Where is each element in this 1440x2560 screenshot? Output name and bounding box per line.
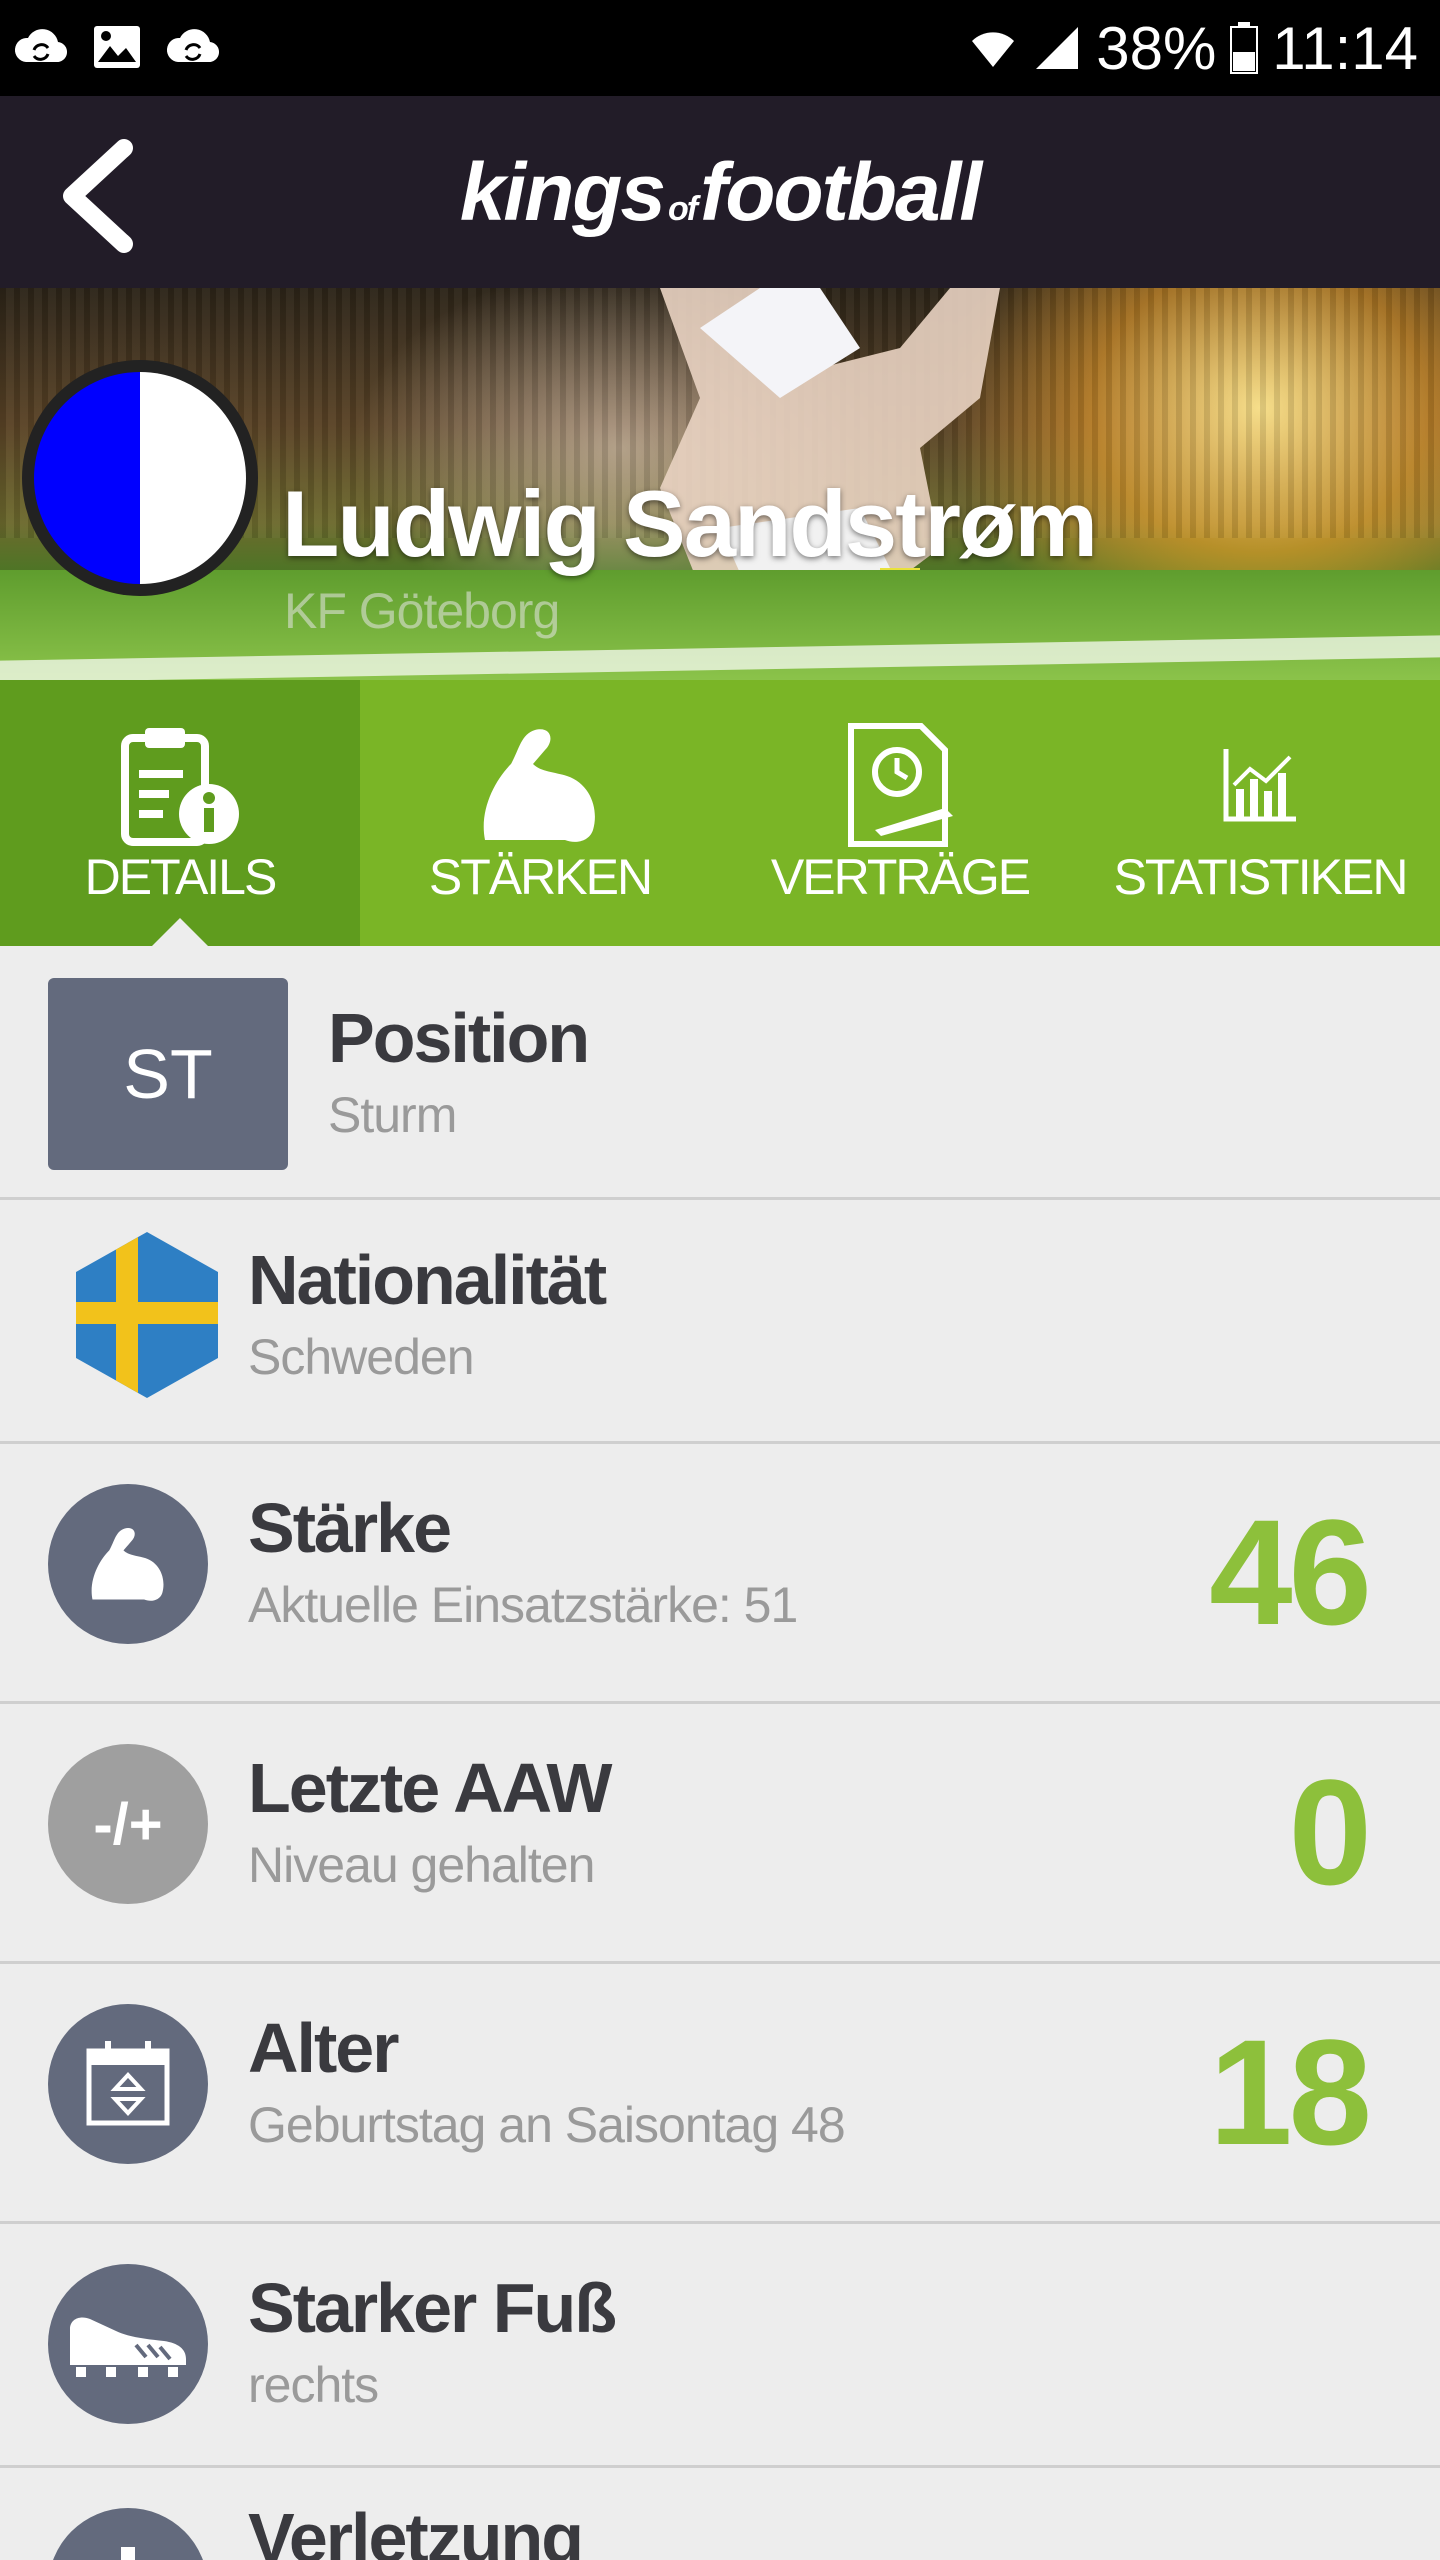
details-document-icon bbox=[121, 728, 239, 846]
clock: 11:14 bbox=[1272, 14, 1418, 82]
sync-cloud-icon bbox=[166, 29, 220, 63]
list-item-position: ST Position Sturm bbox=[0, 946, 1440, 1200]
tab-statistiken[interactable]: STATISTIKEN bbox=[1080, 680, 1440, 946]
row-subtitle: Schweden bbox=[248, 1329, 474, 1385]
player-name: Ludwig Sandstrøm bbox=[282, 471, 1098, 576]
row-title: Stärke bbox=[248, 1489, 452, 1567]
signal-icon bbox=[1036, 27, 1079, 69]
list-item-strong-foot: Starker Fuß rechts bbox=[0, 2224, 1440, 2468]
tab-bar: DETAILS STÄRKEN VERTRÄGE STATISTIKEN bbox=[0, 680, 1440, 946]
row-title: Position bbox=[328, 999, 590, 1077]
club-badge bbox=[22, 360, 258, 596]
strength-value: 46 bbox=[1209, 1488, 1372, 1656]
row-subtitle: Geburtstag an Saisontag 48 bbox=[248, 2097, 846, 2153]
player-club[interactable]: KF Göteborg bbox=[284, 582, 560, 640]
tab-label: VERTRÄGE bbox=[770, 849, 1031, 905]
app-logo: kings offootball bbox=[459, 147, 982, 238]
calendar-icon bbox=[86, 2041, 170, 2126]
foot-icon-circle bbox=[48, 2264, 208, 2424]
tab-label: DETAILS bbox=[84, 849, 278, 905]
row-title: Verletzung bbox=[248, 2499, 584, 2560]
row-subtitle: Niveau gehalten bbox=[248, 1837, 595, 1893]
row-title: Alter bbox=[248, 2009, 399, 2087]
contract-icon bbox=[848, 723, 953, 847]
row-title: Letzte AAW bbox=[248, 1749, 612, 1827]
tab-label: STÄRKEN bbox=[428, 849, 653, 905]
row-title: Nationalität bbox=[248, 1241, 607, 1319]
sweden-flag-icon bbox=[76, 1232, 218, 1398]
flexed-arm-icon bbox=[91, 1528, 164, 1601]
strength-icon-circle bbox=[48, 1484, 208, 1644]
position-badge: ST bbox=[48, 978, 288, 1170]
chart-icon bbox=[1223, 749, 1296, 822]
tab-details[interactable]: DETAILS bbox=[0, 680, 360, 946]
image-icon bbox=[94, 26, 140, 68]
battery-percent: 38% bbox=[1096, 14, 1217, 82]
tab-vertraege[interactable]: VERTRÄGE bbox=[720, 680, 1080, 946]
flexed-arm-icon bbox=[483, 729, 595, 842]
row-subtitle: Aktuelle Einsatzstärke: 51 bbox=[248, 1577, 798, 1633]
club-color-blue bbox=[34, 372, 140, 584]
app-header: kings offootball bbox=[0, 96, 1440, 288]
battery-icon bbox=[1230, 22, 1259, 74]
list-item-injury: Verletzung bbox=[0, 2468, 1440, 2560]
last-aaw-value: 0 bbox=[1288, 1748, 1372, 1916]
status-bar: 38% 11:14 bbox=[0, 0, 1440, 96]
tab-staerken[interactable]: STÄRKEN bbox=[360, 680, 720, 946]
row-subtitle: rechts bbox=[248, 2357, 379, 2413]
row-subtitle: Sturm bbox=[328, 1087, 457, 1143]
injury-icon bbox=[121, 2547, 135, 2560]
age-icon-circle bbox=[48, 2004, 208, 2164]
age-value: 18 bbox=[1209, 2008, 1372, 2176]
list-item-nationality: Nationalität Schweden bbox=[0, 1200, 1440, 1444]
injury-icon-circle bbox=[48, 2508, 208, 2560]
club-color-white bbox=[140, 372, 246, 584]
row-title: Starker Fuß bbox=[248, 2269, 617, 2347]
football-boot-icon bbox=[70, 2317, 186, 2377]
wifi-icon bbox=[972, 32, 1015, 67]
tab-label: STATISTIKEN bbox=[1113, 849, 1409, 905]
list-item-last-aaw: -/+ Letzte AAW Niveau gehalten 0 bbox=[0, 1704, 1440, 1964]
sync-cloud-icon bbox=[14, 29, 68, 63]
plus-minus-icon: -/+ bbox=[48, 1744, 208, 1904]
list-item-strength: Stärke Aktuelle Einsatzstärke: 51 46 bbox=[0, 1444, 1440, 1704]
list-item-age: Alter Geburtstag an Saisontag 48 18 bbox=[0, 1964, 1440, 2224]
plus-minus-label: -/+ bbox=[93, 1791, 163, 1857]
